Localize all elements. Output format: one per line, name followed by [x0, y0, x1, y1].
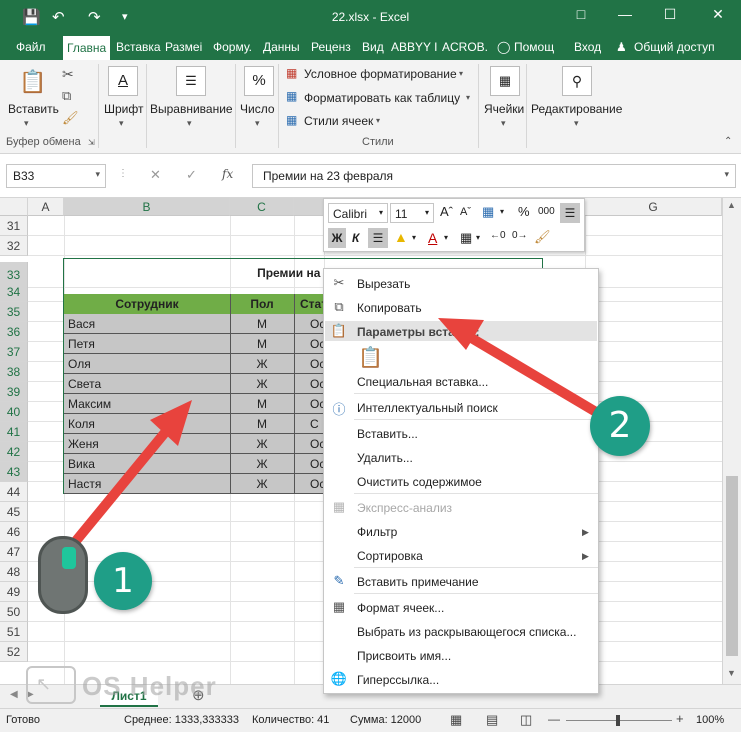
step-badge-1: 1: [94, 552, 152, 610]
mouse-icon: [38, 536, 88, 614]
arrow-2-shaft: [463, 331, 601, 417]
mouse-left-button: [62, 547, 76, 569]
arrow-1-shaft: [61, 419, 177, 558]
annotation-arrows: [61, 318, 601, 558]
step-badge-2: 2: [590, 396, 650, 456]
